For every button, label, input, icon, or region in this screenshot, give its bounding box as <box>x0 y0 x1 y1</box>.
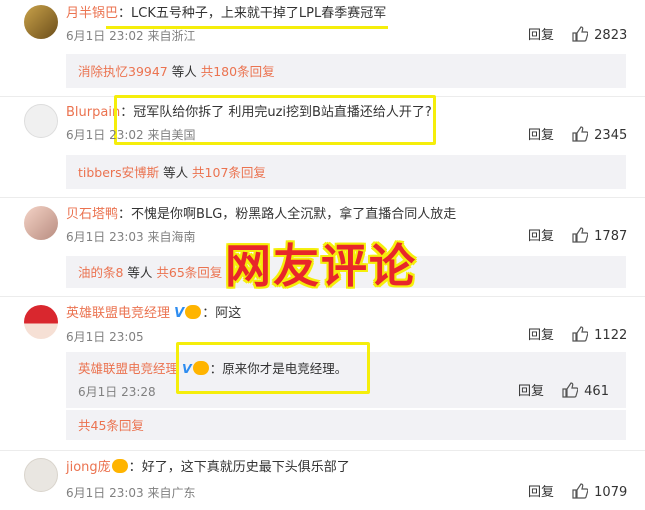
reply-button[interactable]: 回复 <box>528 328 554 343</box>
verified-icon: V <box>174 306 185 321</box>
comment-text: 英雄联盟电竞经理 V ：阿这 <box>66 305 242 321</box>
comment-body: 冠军队给你拆了 利用完uzi挖到B站直播还给人开了? <box>133 105 432 120</box>
username[interactable]: jiong庞 <box>66 460 111 475</box>
replies-summary[interactable]: 共45条回复 <box>66 410 626 440</box>
reply-count-link[interactable]: 共180条回复 <box>201 64 275 79</box>
avatar[interactable] <box>24 458 58 492</box>
timestamp: 6月1日 23:03 <box>66 230 144 244</box>
username[interactable]: 贝石塔鸭 <box>66 207 118 222</box>
reply-button[interactable]: 回复 <box>528 229 554 244</box>
comment-meta: 6月1日 23:03 来自海南 <box>66 229 196 245</box>
replies-summary[interactable]: 消除执忆39947 等人 共180条回复 <box>66 54 626 88</box>
reply-count-link[interactable]: 共65条回复 <box>156 265 222 280</box>
comment-body: LCK五号种子，上来就干掉了LPL春季赛冠军 <box>131 6 387 21</box>
location: 来自美国 <box>147 128 196 142</box>
comment-meta: 6月1日 23:05 <box>66 329 144 345</box>
comment-actions: 回复 2823 <box>528 26 627 45</box>
comment-meta: 6月1日 23:02 来自美国 <box>66 127 196 143</box>
comment-body: 原来你才是电竞经理。 <box>222 361 348 376</box>
comment-body: 好了，这下真就历史最下头俱乐部了 <box>141 460 350 475</box>
thumb-up-icon[interactable] <box>572 126 589 142</box>
thumb-up-icon[interactable] <box>572 326 589 342</box>
comment-text: 贝石塔鸭：不愧是你啊BLG，粉黑路人全沉默，拿了直播合同人放走 <box>66 207 457 222</box>
like-count: 1787 <box>594 229 628 244</box>
username[interactable]: 英雄联盟电竞经理 <box>66 306 170 321</box>
timestamp: 6月1日 23:02 <box>66 128 144 142</box>
timestamp: 6月1日 23:28 <box>78 385 156 399</box>
like-count: 1079 <box>594 485 628 500</box>
nested-reply-text: 英雄联盟电竞经理 V ：原来你才是电竞经理。 <box>78 361 348 376</box>
comment-meta: 6月1日 23:02 来自浙江 <box>66 28 196 44</box>
replies-summary[interactable]: tibbers安博斯 等人 共107条回复 <box>66 155 626 189</box>
timestamp: 6月1日 23:02 <box>66 29 144 43</box>
avatar[interactable] <box>24 5 58 39</box>
like-count: 2823 <box>594 28 628 43</box>
divider <box>0 296 645 297</box>
nested-actions: 回复 461 <box>518 382 609 401</box>
divider <box>0 197 645 198</box>
emoji-icon <box>185 305 202 319</box>
reply-button[interactable]: 回复 <box>528 485 554 500</box>
timestamp: 6月1日 23:03 <box>66 486 144 500</box>
timestamp: 6月1日 23:05 <box>66 330 144 344</box>
username[interactable]: 月半锅巴 <box>66 6 118 21</box>
thumb-up-icon[interactable] <box>572 26 589 42</box>
like-count: 461 <box>584 384 609 399</box>
like-count: 2345 <box>594 128 628 143</box>
thumb-up-icon[interactable] <box>562 382 579 398</box>
avatar[interactable] <box>24 104 58 138</box>
comment-body: 阿这 <box>215 306 242 321</box>
reply-button[interactable]: 回复 <box>518 384 544 399</box>
reply-users[interactable]: 油的条8 <box>78 265 123 280</box>
thumb-up-icon[interactable] <box>572 227 589 243</box>
thumb-up-icon[interactable] <box>572 483 589 499</box>
comment-text: 月半锅巴：LCK五号种子，上来就干掉了LPL春季赛冠军 <box>66 6 387 21</box>
nested-reply: 英雄联盟电竞经理 V ：原来你才是电竞经理。 6月1日 23:28 回复 461 <box>66 352 626 408</box>
comment-meta: 6月1日 23:03 来自广东 <box>66 485 196 501</box>
reply-users[interactable]: tibbers安博斯 <box>78 165 159 180</box>
divider <box>0 96 645 97</box>
reply-count-link[interactable]: 共107条回复 <box>192 165 266 180</box>
comment-actions: 回复 1787 <box>528 227 627 246</box>
reply-count-link[interactable]: 共45条回复 <box>78 418 144 433</box>
like-count: 1122 <box>594 328 628 343</box>
comment-text: jiong庞 ：好了，这下真就历史最下头俱乐部了 <box>66 459 350 475</box>
divider <box>0 450 645 451</box>
reply-users[interactable]: 消除执忆39947 <box>78 64 168 79</box>
username[interactable]: 英雄联盟电竞经理 <box>78 361 178 376</box>
comment-text: Blurpain：冠军队给你拆了 利用完uzi挖到B站直播还给人开了? <box>66 105 432 120</box>
avatar[interactable] <box>24 206 58 240</box>
comment-actions: 回复 2345 <box>528 126 627 145</box>
emoji-icon <box>111 459 128 473</box>
reply-button[interactable]: 回复 <box>528 128 554 143</box>
comment-actions: 回复 1079 <box>528 483 627 502</box>
location: 来自浙江 <box>147 29 196 43</box>
location: 来自海南 <box>147 230 196 244</box>
location: 来自广东 <box>147 486 196 500</box>
comment-body: 不愧是你啊BLG，粉黑路人全沉默，拿了直播合同人放走 <box>131 207 457 222</box>
avatar[interactable] <box>24 305 58 339</box>
comment-actions: 回复 1122 <box>528 326 627 345</box>
emoji-icon <box>192 361 209 375</box>
username[interactable]: Blurpain <box>66 105 120 120</box>
verified-icon: V <box>182 361 192 376</box>
reply-button[interactable]: 回复 <box>528 28 554 43</box>
overlay-title: 网友评论 <box>225 239 417 293</box>
